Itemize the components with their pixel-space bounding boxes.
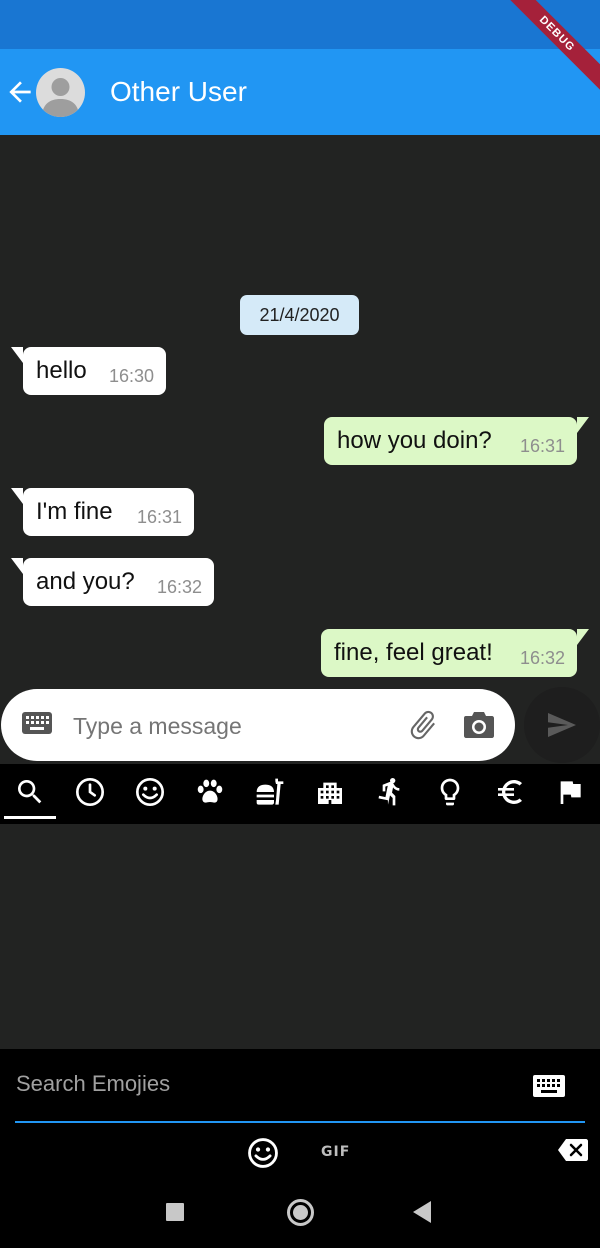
tab-selected-indicator — [4, 816, 56, 819]
tab-animals[interactable] — [190, 772, 230, 812]
smiley-icon — [248, 1138, 278, 1168]
message-text: hello — [36, 357, 87, 384]
message-bubble-outgoing[interactable]: fine, feel great! 16:32 — [321, 629, 589, 677]
tab-flags[interactable] — [550, 772, 590, 812]
bubble-tail — [577, 629, 589, 645]
building-icon — [318, 782, 342, 804]
camera-icon — [464, 712, 494, 738]
backspace-button[interactable] — [558, 1139, 588, 1161]
date-chip: 21/4/2020 — [240, 295, 359, 335]
camera-button[interactable] — [463, 710, 495, 745]
message-composer[interactable]: Type a message — [1, 689, 515, 761]
message-time: 16:32 — [519, 648, 565, 668]
message-text: and you? — [36, 568, 135, 595]
paw-icon — [197, 779, 223, 803]
send-button[interactable] — [524, 687, 600, 763]
tab-recent[interactable] — [70, 772, 110, 812]
gif-button[interactable]: GIF — [321, 1144, 350, 1160]
emoji-mode-button[interactable] — [246, 1136, 280, 1170]
message-bubble-incoming[interactable]: hello 16:30 — [11, 347, 166, 395]
flag-icon — [560, 781, 581, 804]
tab-food[interactable] — [250, 772, 290, 812]
home-nav-button[interactable] — [287, 1199, 314, 1226]
attach-button[interactable] — [406, 708, 440, 747]
emoji-grid — [0, 824, 600, 1049]
tab-places[interactable] — [310, 772, 350, 812]
paperclip-icon — [410, 710, 435, 740]
euro-icon — [498, 780, 522, 804]
circle-home-icon — [293, 1205, 308, 1220]
clock-icon — [76, 778, 104, 806]
tab-search[interactable] — [10, 772, 50, 812]
back-button[interactable] — [4, 76, 36, 108]
message-bubble-incoming[interactable]: and you? 16:32 — [11, 558, 214, 606]
tab-activities[interactable] — [370, 772, 410, 812]
emoji-search-placeholder[interactable]: Search Emojies — [16, 1071, 170, 1097]
message-bubble-outgoing[interactable]: how you doin? 16:31 — [324, 417, 589, 465]
emoji-search-keyboard-button[interactable] — [533, 1075, 565, 1102]
lightbulb-icon — [440, 778, 460, 806]
backspace-icon — [558, 1139, 588, 1161]
bubble-tail — [11, 558, 23, 574]
keyboard-toggle-button[interactable] — [22, 712, 52, 739]
message-text: I'm fine — [36, 498, 113, 525]
message-time: 16:31 — [519, 436, 565, 456]
bubble-tail — [11, 347, 23, 363]
avatar[interactable] — [36, 68, 85, 117]
emoji-category-tabs — [0, 764, 600, 824]
bubble-tail — [577, 417, 589, 433]
message-time: 16:30 — [108, 366, 154, 386]
keyboard-icon — [533, 1075, 565, 1097]
person-avatar-icon — [42, 78, 79, 117]
running-person-icon — [378, 778, 400, 806]
tab-symbols[interactable] — [490, 772, 530, 812]
message-time: 16:31 — [136, 507, 182, 527]
message-bubble-incoming[interactable]: I'm fine 16:31 — [11, 488, 194, 536]
bubble-tail — [11, 488, 23, 504]
message-time: 16:32 — [156, 577, 202, 597]
emoji-search-field[interactable]: Search Emojies — [15, 1049, 585, 1123]
food-icon — [256, 778, 284, 805]
recents-nav-button[interactable] — [166, 1203, 184, 1221]
keyboard-icon — [22, 712, 52, 734]
status-bar — [0, 0, 600, 49]
message-text: fine, feel great! — [334, 639, 493, 666]
message-text: how you doin? — [337, 427, 492, 454]
back-nav-button[interactable] — [413, 1201, 431, 1223]
send-icon — [548, 713, 576, 737]
app-bar: Other User — [0, 49, 600, 135]
contact-name: Other User — [110, 76, 247, 107]
message-input-placeholder[interactable]: Type a message — [73, 713, 242, 739]
tab-objects[interactable] — [430, 772, 470, 812]
search-icon — [18, 780, 42, 804]
smiley-icon — [136, 778, 164, 806]
tab-smileys[interactable] — [130, 772, 170, 812]
arrow-left-icon — [9, 81, 31, 103]
